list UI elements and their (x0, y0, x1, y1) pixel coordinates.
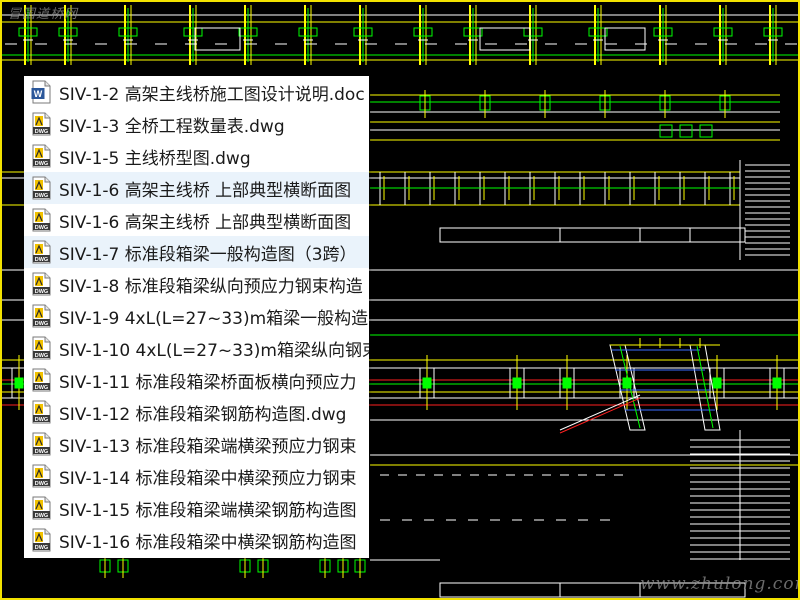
dwg-file-icon: DWG (31, 336, 52, 360)
file-list-item[interactable]: DWG SIV-1-10 4xL(L=27~33)m箱梁纵向钢束 (24, 332, 369, 364)
file-list-item[interactable]: DWG SIV-1-12 标准段箱梁钢筋构造图.dwg (24, 396, 369, 428)
file-name-label: SIV-1-2 高架主线桥施工图设计说明.doc (59, 84, 365, 105)
file-name-label: SIV-1-10 4xL(L=27~33)m箱梁纵向钢束 (59, 340, 369, 361)
dwg-file-icon: DWG (31, 464, 52, 488)
file-name-label: SIV-1-11 标准段箱梁桥面板横向预应力 (59, 372, 357, 393)
dwg-file-icon: DWG (31, 176, 52, 200)
file-list-item[interactable]: DWG SIV-1-7 标准段箱梁一般构造图（3跨） (24, 236, 369, 268)
dwg-file-icon: DWG (31, 432, 52, 456)
svg-text:DWG: DWG (35, 129, 48, 135)
file-name-label: SIV-1-7 标准段箱梁一般构造图（3跨） (59, 244, 357, 265)
dwg-file-icon: DWG (31, 272, 52, 296)
file-name-label: SIV-1-3 全桥工程数量表.dwg (59, 116, 285, 137)
svg-text:W: W (34, 89, 43, 99)
word-document-icon: W (31, 80, 52, 104)
svg-text:DWG: DWG (35, 257, 48, 263)
file-list-item[interactable]: DWG SIV-1-14 标准段箱梁中横梁预应力钢束 (24, 460, 369, 492)
watermark-bottom: www.zhulong.com (640, 574, 800, 594)
dwg-file-icon: DWG (31, 208, 52, 232)
file-list-item[interactable]: DWG SIV-1-13 标准段箱梁端横梁预应力钢束 (24, 428, 369, 460)
svg-text:DWG: DWG (35, 449, 48, 455)
file-list-item[interactable]: DWG SIV-1-6 高架主线桥 上部典型横断面图 (24, 172, 369, 204)
file-name-label: SIV-1-6 高架主线桥 上部典型横断面图 (59, 180, 352, 201)
dwg-file-icon: DWG (31, 368, 52, 392)
file-list-item[interactable]: DWG SIV-1-3 全桥工程数量表.dwg (24, 108, 369, 140)
file-name-label: SIV-1-16 标准段箱梁中横梁钢筋构造图 (59, 532, 357, 553)
svg-text:DWG: DWG (35, 385, 48, 391)
file-list-item[interactable]: DWG SIV-1-15 标准段箱梁端横梁钢筋构造图 (24, 492, 369, 524)
file-list-item[interactable]: DWG SIV-1-8 标准段箱梁纵向预应力钢束构造 (24, 268, 369, 300)
dwg-file-icon: DWG (31, 496, 52, 520)
file-name-label: SIV-1-12 标准段箱梁钢筋构造图.dwg (59, 404, 347, 425)
file-name-label: SIV-1-13 标准段箱梁端横梁预应力钢束 (59, 436, 357, 457)
dwg-file-icon: DWG (31, 112, 52, 136)
screenshot-stage: 冒国道桥网 www.zhulong.com W SIV-1-2 高架主线桥施工图设… (0, 0, 800, 600)
file-name-label: SIV-1-6 高架主线桥 上部典型横断面图 (59, 212, 352, 233)
file-name-label: SIV-1-14 标准段箱梁中横梁预应力钢束 (59, 468, 357, 489)
file-list-panel: W SIV-1-2 高架主线桥施工图设计说明.doc DWG SIV-1-3 全桥工程… (24, 76, 369, 558)
watermark-top: 冒国道桥网 (8, 7, 79, 22)
file-name-label: SIV-1-8 标准段箱梁纵向预应力钢束构造 (59, 276, 363, 297)
file-name-label: SIV-1-9 4xL(L=27~33)m箱梁一般构造 (59, 308, 369, 329)
file-name-label: SIV-1-15 标准段箱梁端横梁钢筋构造图 (59, 500, 357, 521)
svg-text:DWG: DWG (35, 225, 48, 231)
svg-text:DWG: DWG (35, 417, 48, 423)
svg-text:DWG: DWG (35, 289, 48, 295)
file-list-item[interactable]: DWG SIV-1-6 高架主线桥 上部典型横断面图 (24, 204, 369, 236)
file-name-label: SIV-1-5 主线桥型图.dwg (59, 148, 251, 169)
svg-text:DWG: DWG (35, 513, 48, 519)
svg-text:DWG: DWG (35, 353, 48, 359)
svg-text:DWG: DWG (35, 545, 48, 551)
file-list-item[interactable]: DWG SIV-1-16 标准段箱梁中横梁钢筋构造图 (24, 524, 369, 556)
svg-text:DWG: DWG (35, 193, 48, 199)
dwg-file-icon: DWG (31, 144, 52, 168)
file-list-item[interactable]: DWG SIV-1-11 标准段箱梁桥面板横向预应力 (24, 364, 369, 396)
dwg-file-icon: DWG (31, 528, 52, 552)
svg-text:DWG: DWG (35, 161, 48, 167)
dwg-file-icon: DWG (31, 240, 52, 264)
svg-text:DWG: DWG (35, 481, 48, 487)
svg-text:DWG: DWG (35, 321, 48, 327)
dwg-file-icon: DWG (31, 304, 52, 328)
file-list-item[interactable]: DWG SIV-1-9 4xL(L=27~33)m箱梁一般构造 (24, 300, 369, 332)
file-list-item[interactable]: DWG SIV-1-5 主线桥型图.dwg (24, 140, 369, 172)
file-list-item[interactable]: W SIV-1-2 高架主线桥施工图设计说明.doc (24, 76, 369, 108)
dwg-file-icon: DWG (31, 400, 52, 424)
